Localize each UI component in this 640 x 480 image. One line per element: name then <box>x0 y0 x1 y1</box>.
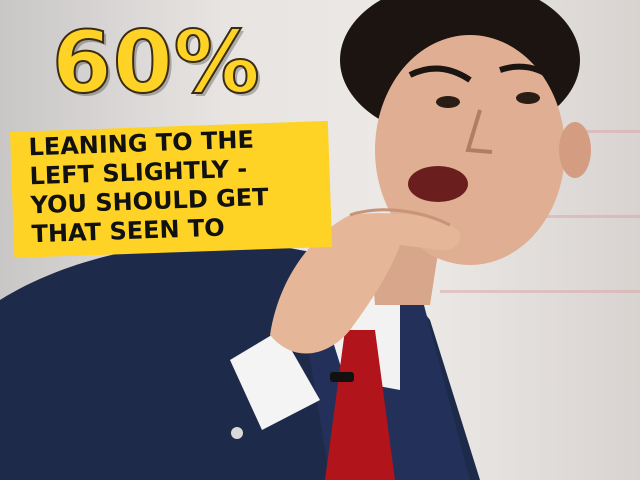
meme-image: 60% LEANING TO THE LEFT SLIGHTLY - YOU S… <box>0 0 640 480</box>
headline-percentage: 60% <box>51 13 261 113</box>
eye <box>516 92 540 104</box>
cufflink <box>231 427 243 439</box>
eye <box>436 96 460 108</box>
ear <box>559 122 591 178</box>
open-mouth <box>408 166 468 202</box>
lapel-microphone <box>330 372 354 382</box>
caption-banner: LEANING TO THE LEFT SLIGHTLY - YOU SHOUL… <box>10 120 333 258</box>
